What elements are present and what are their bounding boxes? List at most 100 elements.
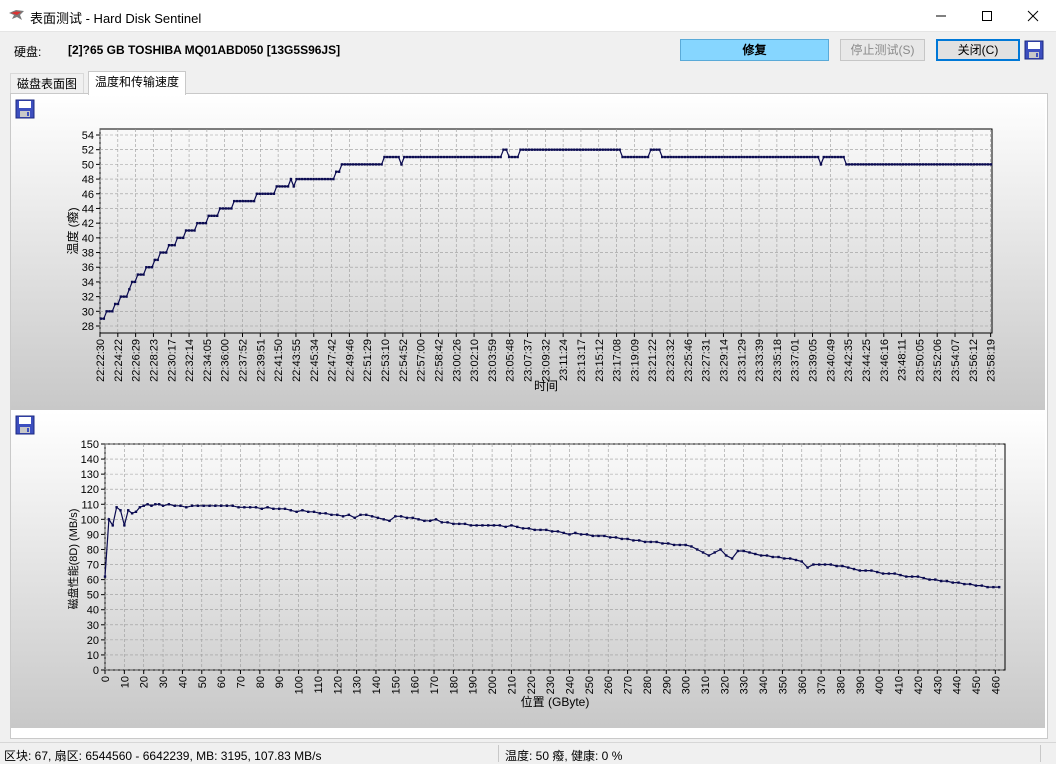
- save-speed-chart-icon[interactable]: [15, 415, 35, 435]
- data-point: [147, 266, 151, 269]
- data-point: [123, 524, 126, 527]
- data-point: [808, 155, 811, 159]
- y-tick-label: 60: [87, 575, 99, 587]
- data-point: [595, 148, 599, 151]
- data-point: [238, 199, 242, 203]
- close-window-button[interactable]: [1010, 0, 1056, 31]
- x-tick-label: 250: [584, 676, 596, 694]
- data-point: [655, 148, 658, 151]
- y-tick-label: 30: [87, 620, 99, 632]
- data-point: [794, 558, 798, 562]
- data-point: [867, 163, 871, 166]
- data-point: [927, 163, 930, 166]
- data-point: [462, 155, 466, 159]
- data-point: [641, 155, 644, 159]
- data-point: [598, 148, 602, 151]
- data-point: [510, 155, 514, 159]
- save-temp-chart-icon[interactable]: [15, 99, 35, 119]
- stop-test-button[interactable]: 停止测试(S): [840, 39, 925, 61]
- x-tick-label: 23:07:37: [523, 339, 535, 382]
- disk-name: [2]?65 GB TOSHIBA MQ01ABD050 [13G5S96JS]: [68, 43, 341, 57]
- x-tick-label: 22:45:34: [309, 339, 321, 382]
- data-point: [831, 155, 834, 159]
- x-tick-label: 22:54:52: [398, 339, 410, 382]
- data-point: [230, 207, 233, 210]
- data-point: [475, 524, 478, 527]
- y-tick-label: 40: [82, 233, 94, 245]
- data-point: [181, 236, 185, 240]
- x-tick-label: 22:34:05: [202, 339, 214, 382]
- data-point: [371, 163, 375, 166]
- data-point: [941, 163, 945, 166]
- data-point: [955, 163, 959, 166]
- y-tick-label: 54: [82, 130, 94, 142]
- x-tick-label: 370: [816, 676, 828, 694]
- x-tick-label: 22:22:30: [95, 339, 107, 382]
- data-point: [667, 542, 670, 545]
- data-point: [243, 506, 246, 509]
- data-point: [620, 537, 623, 541]
- data-point: [947, 163, 950, 166]
- data-point: [907, 163, 911, 166]
- data-point: [545, 528, 548, 532]
- data-point: [337, 170, 341, 173]
- y-tick-label: 46: [82, 189, 94, 201]
- data-point: [723, 155, 726, 159]
- x-tick-label: 23:27:31: [701, 339, 713, 382]
- data-point: [261, 192, 264, 195]
- repair-button[interactable]: 修复: [680, 39, 829, 61]
- x-tick-label: 440: [952, 676, 964, 694]
- x-tick-label: 22:57:00: [416, 339, 428, 382]
- data-point: [417, 155, 420, 159]
- y-tick-label: 32: [82, 292, 94, 304]
- data-point: [459, 155, 463, 159]
- save-button[interactable]: [1024, 40, 1044, 60]
- y-tick-label: 140: [81, 454, 99, 466]
- data-point: [136, 273, 140, 276]
- data-point: [556, 530, 560, 533]
- data-point: [130, 512, 134, 515]
- y-tick-label: 150: [81, 439, 99, 451]
- data-point: [817, 563, 821, 566]
- minimize-button[interactable]: [918, 0, 964, 31]
- data-point: [353, 516, 356, 520]
- tab-temperature-speed[interactable]: 温度和传输速度: [88, 71, 187, 95]
- data-point: [899, 163, 902, 166]
- data-point: [254, 506, 258, 509]
- data-point: [125, 295, 128, 298]
- data-point: [363, 163, 366, 166]
- x-tick-label: 330: [739, 676, 751, 694]
- data-point: [612, 148, 616, 151]
- data-point: [539, 148, 542, 151]
- x-tick-label: 360: [797, 676, 809, 694]
- x-axis-label: 时间: [534, 379, 558, 393]
- data-point: [678, 155, 681, 159]
- data-point: [173, 243, 176, 247]
- data-point: [539, 528, 542, 532]
- data-point: [142, 273, 145, 276]
- x-tick-label: 60: [216, 676, 228, 688]
- x-tick-label: 23:21:22: [647, 339, 659, 382]
- maximize-button[interactable]: [964, 0, 1010, 31]
- x-tick-label: 380: [835, 676, 847, 694]
- data-point: [609, 148, 613, 151]
- data-point: [187, 229, 191, 232]
- data-point: [448, 155, 451, 159]
- data-point: [377, 163, 380, 166]
- data-point: [746, 155, 749, 159]
- data-point: [986, 585, 989, 589]
- x-tick-label: 350: [777, 676, 789, 694]
- x-tick-label: 22:28:23: [148, 339, 160, 382]
- data-point: [487, 524, 490, 527]
- data-point: [893, 572, 896, 575]
- data-point: [329, 177, 332, 181]
- data-point: [156, 258, 159, 262]
- tab-surface-map[interactable]: 磁盘表面图: [10, 73, 85, 94]
- data-point: [485, 155, 488, 159]
- data-point: [469, 524, 473, 527]
- close-button[interactable]: 关闭(C): [936, 39, 1020, 61]
- data-point: [530, 148, 534, 151]
- data-point: [870, 163, 874, 166]
- data-point: [800, 560, 803, 563]
- data-point: [836, 155, 840, 159]
